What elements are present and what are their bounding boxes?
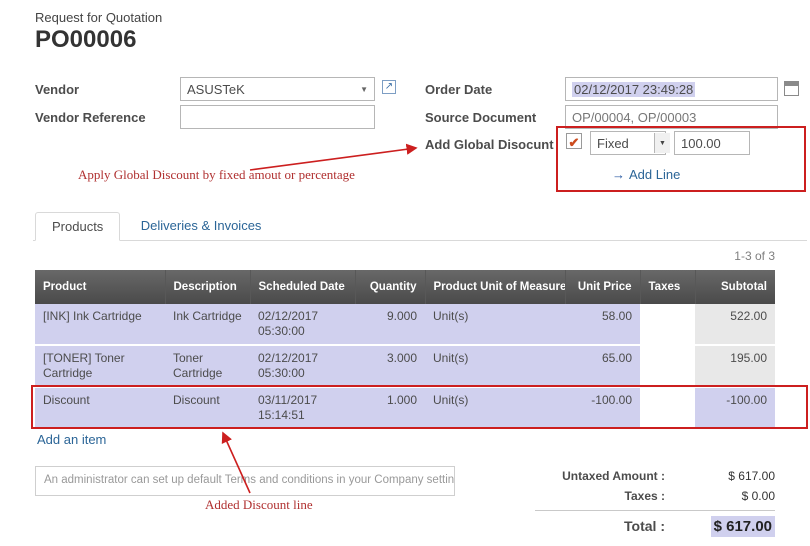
calendar-icon[interactable] bbox=[784, 81, 799, 96]
cell-product[interactable]: [TONER] Toner Cartridge bbox=[35, 345, 165, 387]
cell-quantity[interactable]: 1.000 bbox=[355, 387, 425, 429]
cell-scheduled-date[interactable]: 02/12/2017 05:30:00 bbox=[250, 304, 355, 345]
cell-taxes[interactable] bbox=[640, 304, 695, 345]
taxes-row: Taxes : $ 0.00 bbox=[535, 486, 775, 506]
chevron-down-icon[interactable]: ▼ bbox=[360, 85, 368, 94]
total-row: Total : $ 617.00 bbox=[535, 510, 775, 538]
col-header-quantity[interactable]: Quantity bbox=[355, 270, 425, 304]
discount-amount-input[interactable]: 100.00 bbox=[674, 131, 750, 155]
order-date-label: Order Date bbox=[425, 82, 492, 97]
document-type-label: Request for Quotation bbox=[35, 10, 162, 25]
page-title: PO00006 bbox=[35, 26, 136, 54]
total-value: $ 617.00 bbox=[711, 516, 775, 537]
chevron-down-icon[interactable]: ▼ bbox=[654, 133, 670, 153]
order-date-value: 02/12/2017 23:49:28 bbox=[572, 82, 695, 97]
cell-description[interactable]: Discount bbox=[165, 387, 250, 429]
vendor-value: ASUSTeK bbox=[187, 82, 356, 97]
col-header-subtotal[interactable]: Subtotal bbox=[695, 270, 775, 304]
discount-type-select[interactable]: Fixed ▼ bbox=[590, 131, 666, 155]
cell-product[interactable]: Discount bbox=[35, 387, 165, 429]
col-header-taxes[interactable]: Taxes bbox=[640, 270, 695, 304]
order-lines-table: Product Description Scheduled Date Quant… bbox=[35, 270, 775, 430]
cell-quantity[interactable]: 3.000 bbox=[355, 345, 425, 387]
notebook-tabbar: Products Deliveries & Invoices bbox=[33, 211, 807, 241]
untaxed-amount-row: Untaxed Amount : $ 617.00 bbox=[535, 466, 775, 486]
source-document-input[interactable]: OP/00004, OP/00003 bbox=[565, 105, 778, 129]
cell-uom[interactable]: Unit(s) bbox=[425, 304, 565, 345]
vendor-reference-input[interactable] bbox=[180, 105, 375, 129]
tab-deliveries-invoices[interactable]: Deliveries & Invoices bbox=[125, 212, 278, 239]
taxes-label: Taxes : bbox=[535, 489, 679, 503]
global-discount-checkbox[interactable]: ✔ bbox=[566, 133, 582, 149]
col-header-description[interactable]: Description bbox=[165, 270, 250, 304]
add-line-link[interactable]: → Add Line bbox=[612, 166, 680, 184]
cell-subtotal[interactable]: 522.00 bbox=[695, 304, 775, 345]
cell-scheduled-date[interactable]: 02/12/2017 05:30:00 bbox=[250, 345, 355, 387]
table-header-row: Product Description Scheduled Date Quant… bbox=[35, 270, 775, 304]
tab-products[interactable]: Products bbox=[35, 212, 120, 241]
cell-unit-price[interactable]: 58.00 bbox=[565, 304, 640, 345]
annotation-discount-line-note: Added Discount line bbox=[205, 497, 313, 513]
rfq-form-page: Request for Quotation PO00006 Vendor ASU… bbox=[0, 0, 810, 546]
vendor-reference-label: Vendor Reference bbox=[35, 110, 146, 125]
discount-type-value: Fixed bbox=[597, 136, 654, 151]
col-header-scheduled-date[interactable]: Scheduled Date bbox=[250, 270, 355, 304]
cell-quantity[interactable]: 9.000 bbox=[355, 304, 425, 345]
checkmark-icon: ✔ bbox=[569, 135, 580, 150]
cell-subtotal[interactable]: -100.00 bbox=[695, 387, 775, 429]
cell-taxes[interactable] bbox=[640, 387, 695, 429]
source-document-value: OP/00004, OP/00003 bbox=[572, 110, 771, 125]
vendor-select[interactable]: ASUSTeK ▼ bbox=[180, 77, 375, 101]
untaxed-amount-value: $ 617.00 bbox=[679, 469, 775, 483]
totals-summary: Untaxed Amount : $ 617.00 Taxes : $ 0.00… bbox=[535, 466, 775, 538]
col-header-product[interactable]: Product bbox=[35, 270, 165, 304]
cell-unit-price[interactable]: 65.00 bbox=[565, 345, 640, 387]
untaxed-amount-label: Untaxed Amount : bbox=[535, 469, 679, 483]
add-an-item-link[interactable]: Add an item bbox=[37, 432, 106, 447]
taxes-value: $ 0.00 bbox=[679, 489, 775, 503]
terms-note: An administrator can set up default Term… bbox=[35, 466, 455, 496]
pager[interactable]: 1-3 of 3 bbox=[600, 249, 775, 263]
annotation-global-discount-note: Apply Global Discount by fixed amout or … bbox=[78, 167, 355, 183]
cell-uom[interactable]: Unit(s) bbox=[425, 387, 565, 429]
cell-scheduled-date[interactable]: 03/11/2017 15:14:51 bbox=[250, 387, 355, 429]
global-discount-label: Add Global Disocunt bbox=[425, 137, 554, 152]
total-label: Total : bbox=[535, 518, 679, 534]
cell-product[interactable]: [INK] Ink Cartridge bbox=[35, 304, 165, 345]
vendor-label: Vendor bbox=[35, 82, 79, 97]
discount-amount-value: 100.00 bbox=[681, 136, 743, 151]
cell-taxes[interactable] bbox=[640, 345, 695, 387]
source-document-label: Source Document bbox=[425, 110, 536, 125]
cell-description[interactable]: Ink Cartridge bbox=[165, 304, 250, 345]
table-row-discount[interactable]: Discount Discount 03/11/2017 15:14:51 1.… bbox=[35, 387, 775, 429]
cell-unit-price[interactable]: -100.00 bbox=[565, 387, 640, 429]
add-line-label: Add Line bbox=[629, 167, 680, 182]
order-date-input[interactable]: 02/12/2017 23:49:28 bbox=[565, 77, 778, 101]
table-row-toner-cartridge[interactable]: [TONER] Toner Cartridge Toner Cartridge … bbox=[35, 345, 775, 387]
table-row-ink-cartridge[interactable]: [INK] Ink Cartridge Ink Cartridge 02/12/… bbox=[35, 304, 775, 345]
cell-description[interactable]: Toner Cartridge bbox=[165, 345, 250, 387]
col-header-unit-price[interactable]: Unit Price bbox=[565, 270, 640, 304]
col-header-uom[interactable]: Product Unit of Measure bbox=[425, 270, 565, 304]
arrow-right-icon: → bbox=[612, 167, 625, 182]
cell-subtotal[interactable]: 195.00 bbox=[695, 345, 775, 387]
external-link-icon[interactable]: ↗ bbox=[382, 80, 396, 94]
cell-uom[interactable]: Unit(s) bbox=[425, 345, 565, 387]
